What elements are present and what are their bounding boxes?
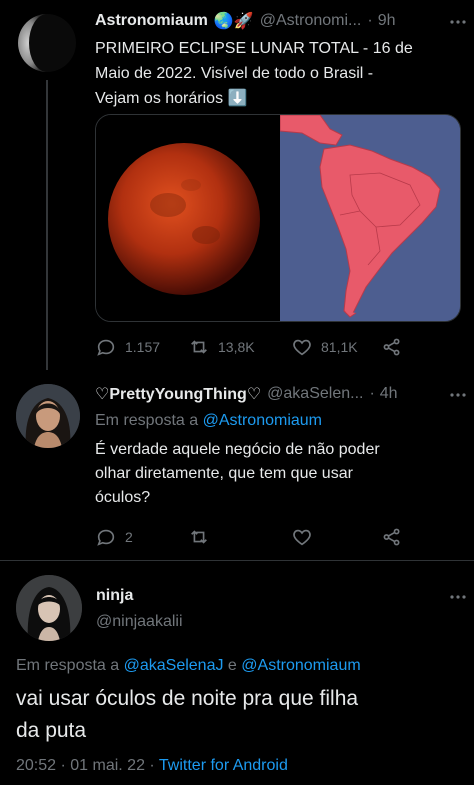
reply-icon [97,529,115,546]
person-avatar-icon [16,575,82,641]
retweet-button[interactable] [188,526,291,548]
tweet-metadata: 20:52 · 01 mai. 22 · Twitter for Android [16,757,288,775]
separator-dot: · [369,385,375,402]
tweet-ninja-focused[interactable]: ninja @ninjaakalii Em resposta a @akaSel… [0,561,474,785]
like-count: 81,1K [321,339,358,355]
tweet-text-line: Vejam os horários ⬇️ [95,86,465,111]
more-options-icon[interactable] [448,587,468,607]
tweet2-header: ♡PrettyYoungThing♡ @akaSelen... · 4h [95,384,398,404]
tweet-text-line: óculos? [95,489,151,506]
reply-button[interactable]: 2 [95,526,188,548]
more-options-icon[interactable] [448,385,468,405]
mention-link[interactable]: @Astronomiaum [241,657,360,674]
tweet-text-line: Maio de 2022. Visível de todo o Brasil - [95,65,374,82]
more-options-icon[interactable] [448,12,468,32]
moon-avatar-icon [18,14,76,72]
handle[interactable]: @Astronomi... [260,12,362,30]
retweet-count: 13,8K [218,339,255,355]
display-name[interactable]: ninja [96,587,183,605]
tweet-text: É verdade aquele negócio de não poder ol… [95,438,465,510]
reply-prefix: Em resposta a [95,412,199,429]
tweet-prettyyoungthing[interactable]: ♡PrettyYoungThing♡ @akaSelen... · 4h Em … [0,370,474,570]
share-button[interactable] [381,336,403,358]
tweet2-actions: 2 [95,526,415,548]
mention-link[interactable]: @Astronomiaum [203,412,322,429]
reply-count: 2 [125,529,133,545]
reply-icon [97,339,115,356]
share-button[interactable] [381,526,403,548]
reply-and: e [227,657,237,674]
mention-link[interactable]: @akaSelenaJ [124,657,224,674]
profile-emojis: 🌏🚀 [213,13,254,30]
thread-line [46,80,48,370]
reply-context: Em resposta a @akaSelenaJ e @Astronomiau… [16,657,361,675]
tweet-text-segment: Vejam os horários [95,90,224,107]
tweet1-header: Astronomiaum 🌏🚀 @Astronomi... · 9h [95,11,395,31]
handle[interactable]: @akaSelen... [267,385,363,403]
retweet-button[interactable]: 13,8K [188,336,291,358]
like-icon [293,529,311,546]
avatar-astronomiaum[interactable] [16,12,78,74]
avatar-prettyyoungthing[interactable] [16,384,80,448]
share-icon [383,528,400,546]
tweet-text-line: olhar diretamente, que tem que usar [95,465,353,482]
like-button[interactable] [291,526,381,548]
tweet-text: vai usar óculos de noite pra que filha d… [16,683,466,747]
handle[interactable]: @ninjaakalii [96,613,183,631]
reply-prefix: Em resposta a [16,657,120,674]
tweet-text-line: da puta [16,719,87,742]
reply-count: 1.157 [125,339,161,355]
tweet-source[interactable]: Twitter for Android [159,757,288,774]
author-block: ninja @ninjaakalii [96,587,183,631]
share-icon [383,338,400,356]
reply-context: Em resposta a @Astronomiaum [95,412,322,430]
tweet-time[interactable]: 4h [380,385,398,403]
tweet-text-line: vai usar óculos de noite pra que filha [16,687,359,710]
retweet-icon [191,340,207,354]
tweet-text: PRIMEIRO ECLIPSE LUNAR TOTAL - 16 de Mai… [95,36,465,111]
person-avatar-icon [16,384,80,448]
south-america-map-icon [279,115,460,321]
tweet-text-line: É verdade aquele negócio de não poder [95,441,380,458]
tweet-time[interactable]: 9h [378,12,396,30]
retweet-icon [191,530,207,544]
display-name[interactable]: ♡PrettyYoungThing♡ [95,384,261,404]
arrow-down-emoji: ⬇️ [227,90,248,107]
reply-button[interactable]: 1.157 [95,336,188,358]
thread-line [47,456,49,570]
like-button[interactable]: 81,1K [291,336,381,358]
brazil-map-image[interactable] [279,115,460,321]
blood-moon-icon [108,143,260,295]
like-icon [293,339,311,356]
separator-dot: · [367,12,373,29]
tweet-timestamp[interactable]: 20:52 · 01 mai. 22 · [16,757,155,774]
tweet-astronomiaum[interactable]: Astronomiaum 🌏🚀 @Astronomi... · 9h PRIME… [0,0,474,370]
tweet1-actions: 1.157 13,8K 81,1K [95,336,415,358]
display-name[interactable]: Astronomiaum [95,12,208,30]
avatar-ninja[interactable] [16,575,82,641]
tweet-text-line: PRIMEIRO ECLIPSE LUNAR TOTAL - 16 de [95,40,413,57]
tweet-media[interactable] [95,114,461,322]
eclipse-image[interactable] [96,115,278,321]
